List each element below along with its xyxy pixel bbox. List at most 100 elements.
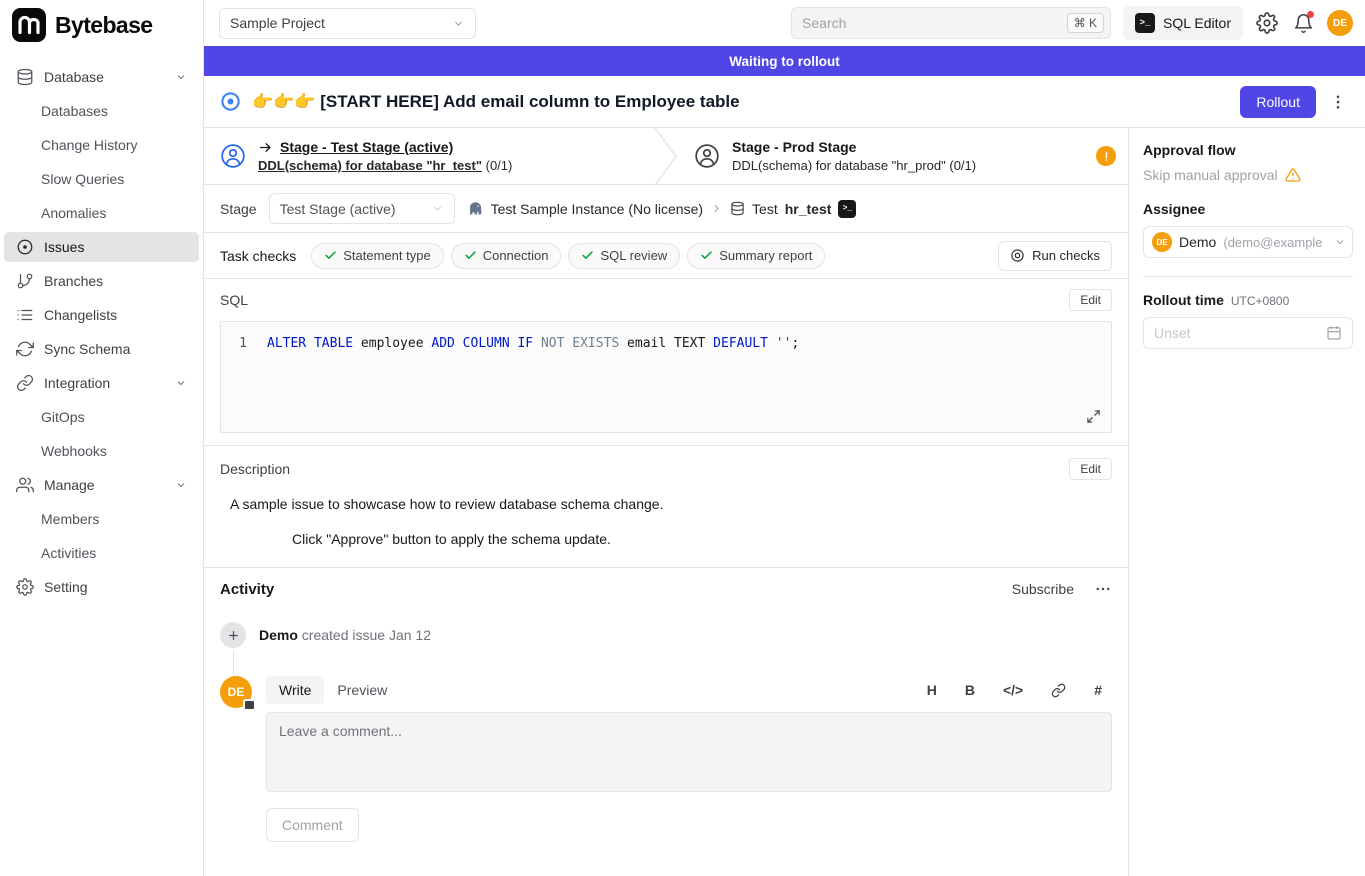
notifications-bell-button[interactable] xyxy=(1291,11,1315,35)
stage-selector-bar: Stage Test Stage (active) Test Sample In… xyxy=(204,185,1128,233)
stage-label: Stage xyxy=(220,201,257,217)
sidebar-item-integration[interactable]: Integration xyxy=(4,368,199,398)
sql-code-editor[interactable]: 1 ALTER TABLE employee ADD COLUMN IF NOT… xyxy=(220,321,1112,433)
stage-name: Stage - Prod Stage xyxy=(732,139,976,155)
sidebar-item-anomalies[interactable]: Anomalies xyxy=(4,198,199,228)
issue-header: 👉👉👉 [START HERE] Add email column to Emp… xyxy=(204,76,1365,128)
issue-sidebar-panel: Approval flow Skip manual approval Assig… xyxy=(1128,128,1365,876)
search-box: ⌘ K xyxy=(791,7,1111,39)
description-line: Click "Approve" button to apply the sche… xyxy=(292,531,1112,547)
sql-edit-button[interactable]: Edit xyxy=(1069,289,1112,311)
comment-input[interactable] xyxy=(266,712,1112,792)
chevron-down-icon xyxy=(431,202,444,215)
sidebar-item-manage[interactable]: Manage xyxy=(4,470,199,500)
sql-section: SQL Edit 1 ALTER TABLE employee ADD COLU… xyxy=(204,279,1128,446)
sidebar-item-change-history[interactable]: Change History xyxy=(4,130,199,160)
approval-flow-label: Approval flow xyxy=(1143,142,1353,158)
chevron-down-icon xyxy=(452,17,465,30)
subscribe-button[interactable]: Subscribe xyxy=(1012,581,1074,597)
link-button[interactable] xyxy=(1051,683,1066,698)
sidebar-item-setting[interactable]: Setting xyxy=(4,572,199,602)
sidebar-item-activities[interactable]: Activities xyxy=(4,538,199,568)
bytebase-logo-icon xyxy=(12,8,46,42)
stage-pipeline: Stage - Test Stage (active) DDL(schema) … xyxy=(204,128,1128,185)
rollout-timezone: UTC+0800 xyxy=(1231,294,1289,308)
database-icon xyxy=(730,201,745,216)
plus-icon xyxy=(220,622,246,648)
open-in-sql-editor-icon[interactable]: >_ xyxy=(838,200,856,218)
instance-link[interactable]: Test Sample Instance (No license) xyxy=(491,201,703,217)
comment-submit-button[interactable]: Comment xyxy=(266,808,359,842)
tab-preview[interactable]: Preview xyxy=(324,676,400,704)
sql-editor-button[interactable]: >_ SQL Editor xyxy=(1123,6,1243,40)
user-avatar[interactable]: DE xyxy=(1327,10,1353,36)
stage-task: DDL(schema) for database "hr_test" xyxy=(258,158,482,173)
hash-button[interactable]: # xyxy=(1094,682,1102,698)
assignee-avatar: DE xyxy=(1152,232,1172,252)
database-link[interactable]: hr_test xyxy=(785,201,832,217)
activity-event: Demo created issue Jan 12 xyxy=(220,622,1112,648)
issue-status-icon xyxy=(220,91,241,112)
task-check-summary-report[interactable]: Summary report xyxy=(687,243,825,269)
check-icon xyxy=(581,249,594,262)
link-icon xyxy=(1051,683,1066,698)
commenter-avatar: DE xyxy=(220,676,252,708)
description-label: Description xyxy=(220,461,290,477)
sync-icon xyxy=(16,340,34,358)
activity-menu-button[interactable] xyxy=(1094,580,1112,598)
chevron-down-icon xyxy=(175,377,187,389)
assignee-select[interactable]: DE Demo (demo@example xyxy=(1143,226,1353,258)
arrow-right-icon xyxy=(258,140,273,155)
sidebar-item-members[interactable]: Members xyxy=(4,504,199,534)
attention-icon xyxy=(1096,146,1116,166)
rollout-button[interactable]: Rollout xyxy=(1240,86,1316,118)
sidebar-item-gitops[interactable]: GitOps xyxy=(4,402,199,432)
sidebar-item-branches[interactable]: Branches xyxy=(4,266,199,296)
expand-editor-icon[interactable] xyxy=(1086,409,1101,424)
task-check-connection[interactable]: Connection xyxy=(451,243,562,269)
activity-section: Activity Subscribe D xyxy=(204,568,1128,854)
stage-card-test[interactable]: Stage - Test Stage (active) DDL(schema) … xyxy=(204,128,654,184)
sql-statement: ALTER TABLE employee ADD COLUMN IF NOT E… xyxy=(267,334,799,353)
description-edit-button[interactable]: Edit xyxy=(1069,458,1112,480)
stage-progress: (0/1) xyxy=(949,158,976,173)
rollout-time-input[interactable] xyxy=(1154,325,1320,341)
chevron-down-icon xyxy=(1334,236,1346,248)
kebab-icon xyxy=(1329,93,1347,111)
settings-gear-button[interactable] xyxy=(1255,11,1279,35)
run-checks-button[interactable]: Run checks xyxy=(998,241,1112,271)
project-select[interactable]: Sample Project xyxy=(219,8,476,39)
task-check-statement-type[interactable]: Statement type xyxy=(311,243,443,269)
sidebar-item-sync-schema[interactable]: Sync Schema xyxy=(4,334,199,364)
code-button[interactable]: </> xyxy=(1003,682,1023,698)
search-input[interactable] xyxy=(802,15,1059,31)
assignee-name: Demo xyxy=(1179,234,1216,250)
task-check-sql-review[interactable]: SQL review xyxy=(568,243,680,269)
sidebar-item-databases[interactable]: Databases xyxy=(4,96,199,126)
ellipsis-icon xyxy=(1094,580,1112,598)
check-icon xyxy=(464,249,477,262)
assignee-label: Assignee xyxy=(1143,201,1353,217)
heading-button[interactable]: H xyxy=(927,682,937,698)
sidebar: Bytebase Database Databases Change Histo… xyxy=(0,0,204,876)
bold-button[interactable]: B xyxy=(965,682,975,698)
tab-write[interactable]: Write xyxy=(266,676,324,704)
sidebar-item-database[interactable]: Database xyxy=(4,62,199,92)
sidebar-item-changelists[interactable]: Changelists xyxy=(4,300,199,330)
assignee-email: (demo@example xyxy=(1223,235,1327,250)
stage-card-prod[interactable]: Stage - Prod Stage DDL(schema) for datab… xyxy=(678,128,1128,184)
chevron-down-icon xyxy=(175,479,187,491)
issue-title: 👉👉👉 [START HERE] Add email column to Emp… xyxy=(252,92,1229,112)
stage-select[interactable]: Test Stage (active) xyxy=(269,193,455,224)
sidebar-item-slow-queries[interactable]: Slow Queries xyxy=(4,164,199,194)
sidebar-item-webhooks[interactable]: Webhooks xyxy=(4,436,199,466)
description-line: A sample issue to showcase how to review… xyxy=(230,496,1112,512)
issue-kebab-menu-button[interactable] xyxy=(1327,93,1349,111)
calendar-icon xyxy=(1326,325,1342,341)
sidebar-item-issues[interactable]: Issues xyxy=(4,232,199,262)
chevron-right-icon xyxy=(710,202,723,215)
rollout-time-picker[interactable] xyxy=(1143,317,1353,349)
brand-logo[interactable]: Bytebase xyxy=(0,0,203,50)
approval-flow-value: Skip manual approval xyxy=(1143,167,1353,183)
search-shortcut-kbd: ⌘ K xyxy=(1067,13,1104,33)
